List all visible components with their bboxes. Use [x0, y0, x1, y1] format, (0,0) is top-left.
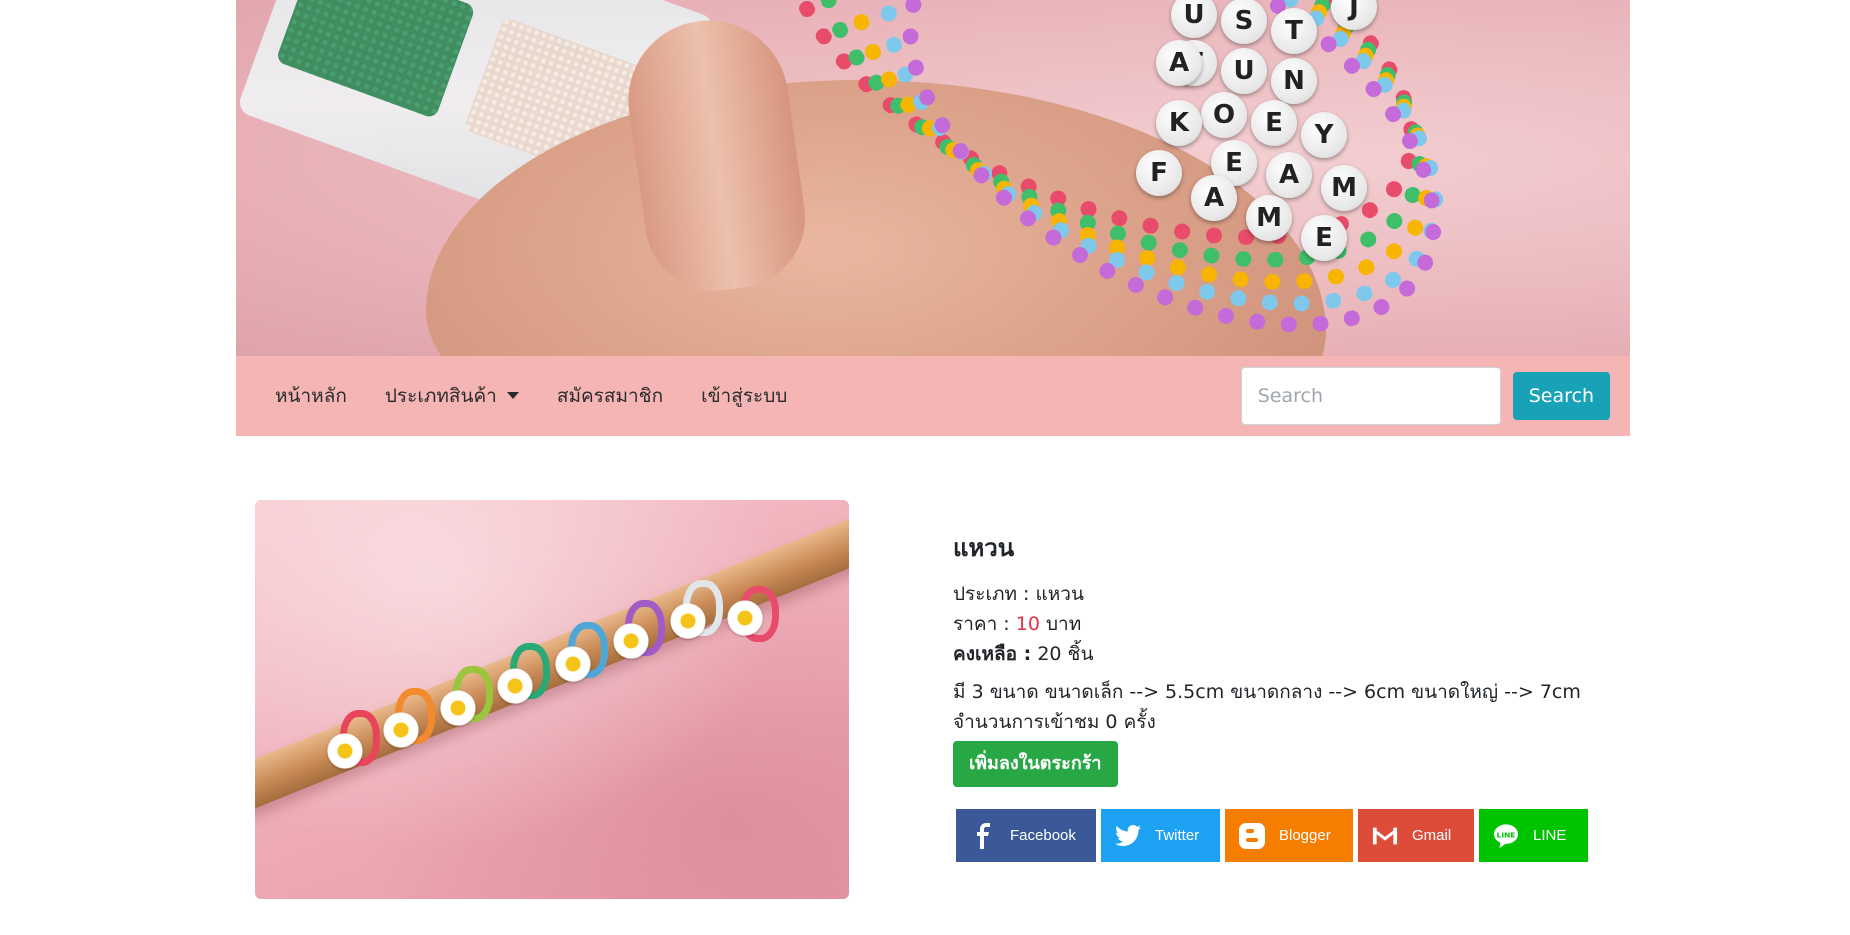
search-form: Search [1240, 367, 1610, 425]
letter-bead: A [1156, 40, 1202, 86]
gmail-icon [1372, 823, 1398, 849]
nav-register[interactable]: สมัครสมาชิก [538, 356, 682, 436]
wooden-stick [255, 505, 849, 818]
price-label: ราคา : [953, 613, 1010, 635]
line-label: LINE [1533, 827, 1567, 844]
letter-bead: F [1136, 150, 1182, 196]
flower-bead [670, 603, 706, 639]
letter-bead: K [1156, 100, 1202, 146]
caret-down-icon [506, 392, 519, 399]
letter-bead: O [1201, 92, 1247, 138]
product-stock: คงเหลือ : 20 ชิ้น [953, 639, 1593, 669]
share-line-button[interactable]: LINE LINE [1479, 809, 1588, 862]
line-icon: LINE [1493, 823, 1519, 849]
price-value: 10 [1015, 613, 1040, 635]
letter-bead: U [1221, 48, 1267, 94]
letter-bead: T [1271, 8, 1317, 54]
thumb [617, 10, 815, 300]
product-title: แหวน [953, 534, 1015, 562]
product-price: ราคา : 10 บาท [953, 609, 1593, 639]
share-buttons: Facebook Twitter Blogger Gmail LINE LINE [956, 809, 1593, 862]
svg-text:LINE: LINE [1497, 830, 1516, 839]
blogger-label: Blogger [1279, 827, 1331, 844]
view-count: จำนวนการเข้าชม 0 ครั้ง [953, 711, 1156, 733]
flower-bead [383, 712, 419, 748]
letter-bead: E [1251, 100, 1297, 146]
page-container: U S T J T U N A O E Y K E A M F A M E หน… [236, 0, 1630, 436]
price-unit: บาท [1045, 613, 1082, 635]
category-value: แหวน [1035, 583, 1084, 605]
share-facebook-button[interactable]: Facebook [956, 809, 1096, 862]
share-twitter-button[interactable]: Twitter [1101, 809, 1220, 862]
search-button[interactable]: Search [1512, 372, 1610, 420]
category-label: ประเภท : [953, 583, 1030, 605]
twitter-icon [1115, 823, 1141, 849]
flower-bead [497, 668, 533, 704]
nav-categories-dropdown[interactable]: ประเภทสินค้า [366, 356, 538, 436]
flower-bead [727, 600, 763, 636]
letter-bead: M [1246, 195, 1292, 241]
product-category: ประเภท : แหวน [953, 579, 1593, 609]
header-banner-image: U S T J T U N A O E Y K E A M F A M E [236, 0, 1630, 356]
flower-bead [327, 733, 363, 769]
nav-categories-label: ประเภทสินค้า [384, 385, 497, 407]
twitter-label: Twitter [1155, 827, 1200, 844]
blogger-icon [1239, 822, 1265, 849]
flower-bead [440, 690, 476, 726]
letter-bead: E [1301, 215, 1347, 261]
stock-value: 20 ชิ้น [1037, 643, 1094, 665]
nav-menu: หน้าหลัก ประเภทสินค้า สมัครสมาชิก เข้าสู… [256, 356, 806, 436]
nav-home[interactable]: หน้าหลัก [256, 356, 366, 436]
share-gmail-button[interactable]: Gmail [1358, 809, 1474, 862]
main-navbar: หน้าหลัก ประเภทสินค้า สมัครสมาชิก เข้าสู… [236, 356, 1630, 436]
green-beads [275, 0, 477, 120]
share-blogger-button[interactable]: Blogger [1225, 809, 1353, 862]
letter-bead: M [1321, 165, 1367, 211]
product-details: แหวน ประเภท : แหวน ราคา : 10 บาท คงเหลือ… [953, 528, 1593, 787]
add-to-cart-button[interactable]: เพิ่มลงในตระกร้า [953, 741, 1118, 787]
product-description: มี 3 ขนาด ขนาดเล็ก --> 5.5cm ขนาดกลาง --… [953, 681, 1581, 703]
letter-bead: N [1271, 58, 1317, 104]
search-input[interactable] [1240, 367, 1501, 425]
flower-bead [613, 623, 649, 659]
stock-label: คงเหลือ : [953, 643, 1032, 665]
nav-login[interactable]: เข้าสู่ระบบ [682, 356, 806, 436]
facebook-icon [970, 822, 996, 849]
letter-bead: S [1221, 0, 1267, 44]
letter-bead: Y [1301, 112, 1347, 158]
letter-bead: A [1266, 152, 1312, 198]
gmail-label: Gmail [1412, 827, 1452, 844]
product-image [255, 500, 849, 899]
facebook-label: Facebook [1010, 827, 1076, 844]
flower-bead [555, 646, 591, 682]
letter-bead: A [1191, 175, 1237, 221]
